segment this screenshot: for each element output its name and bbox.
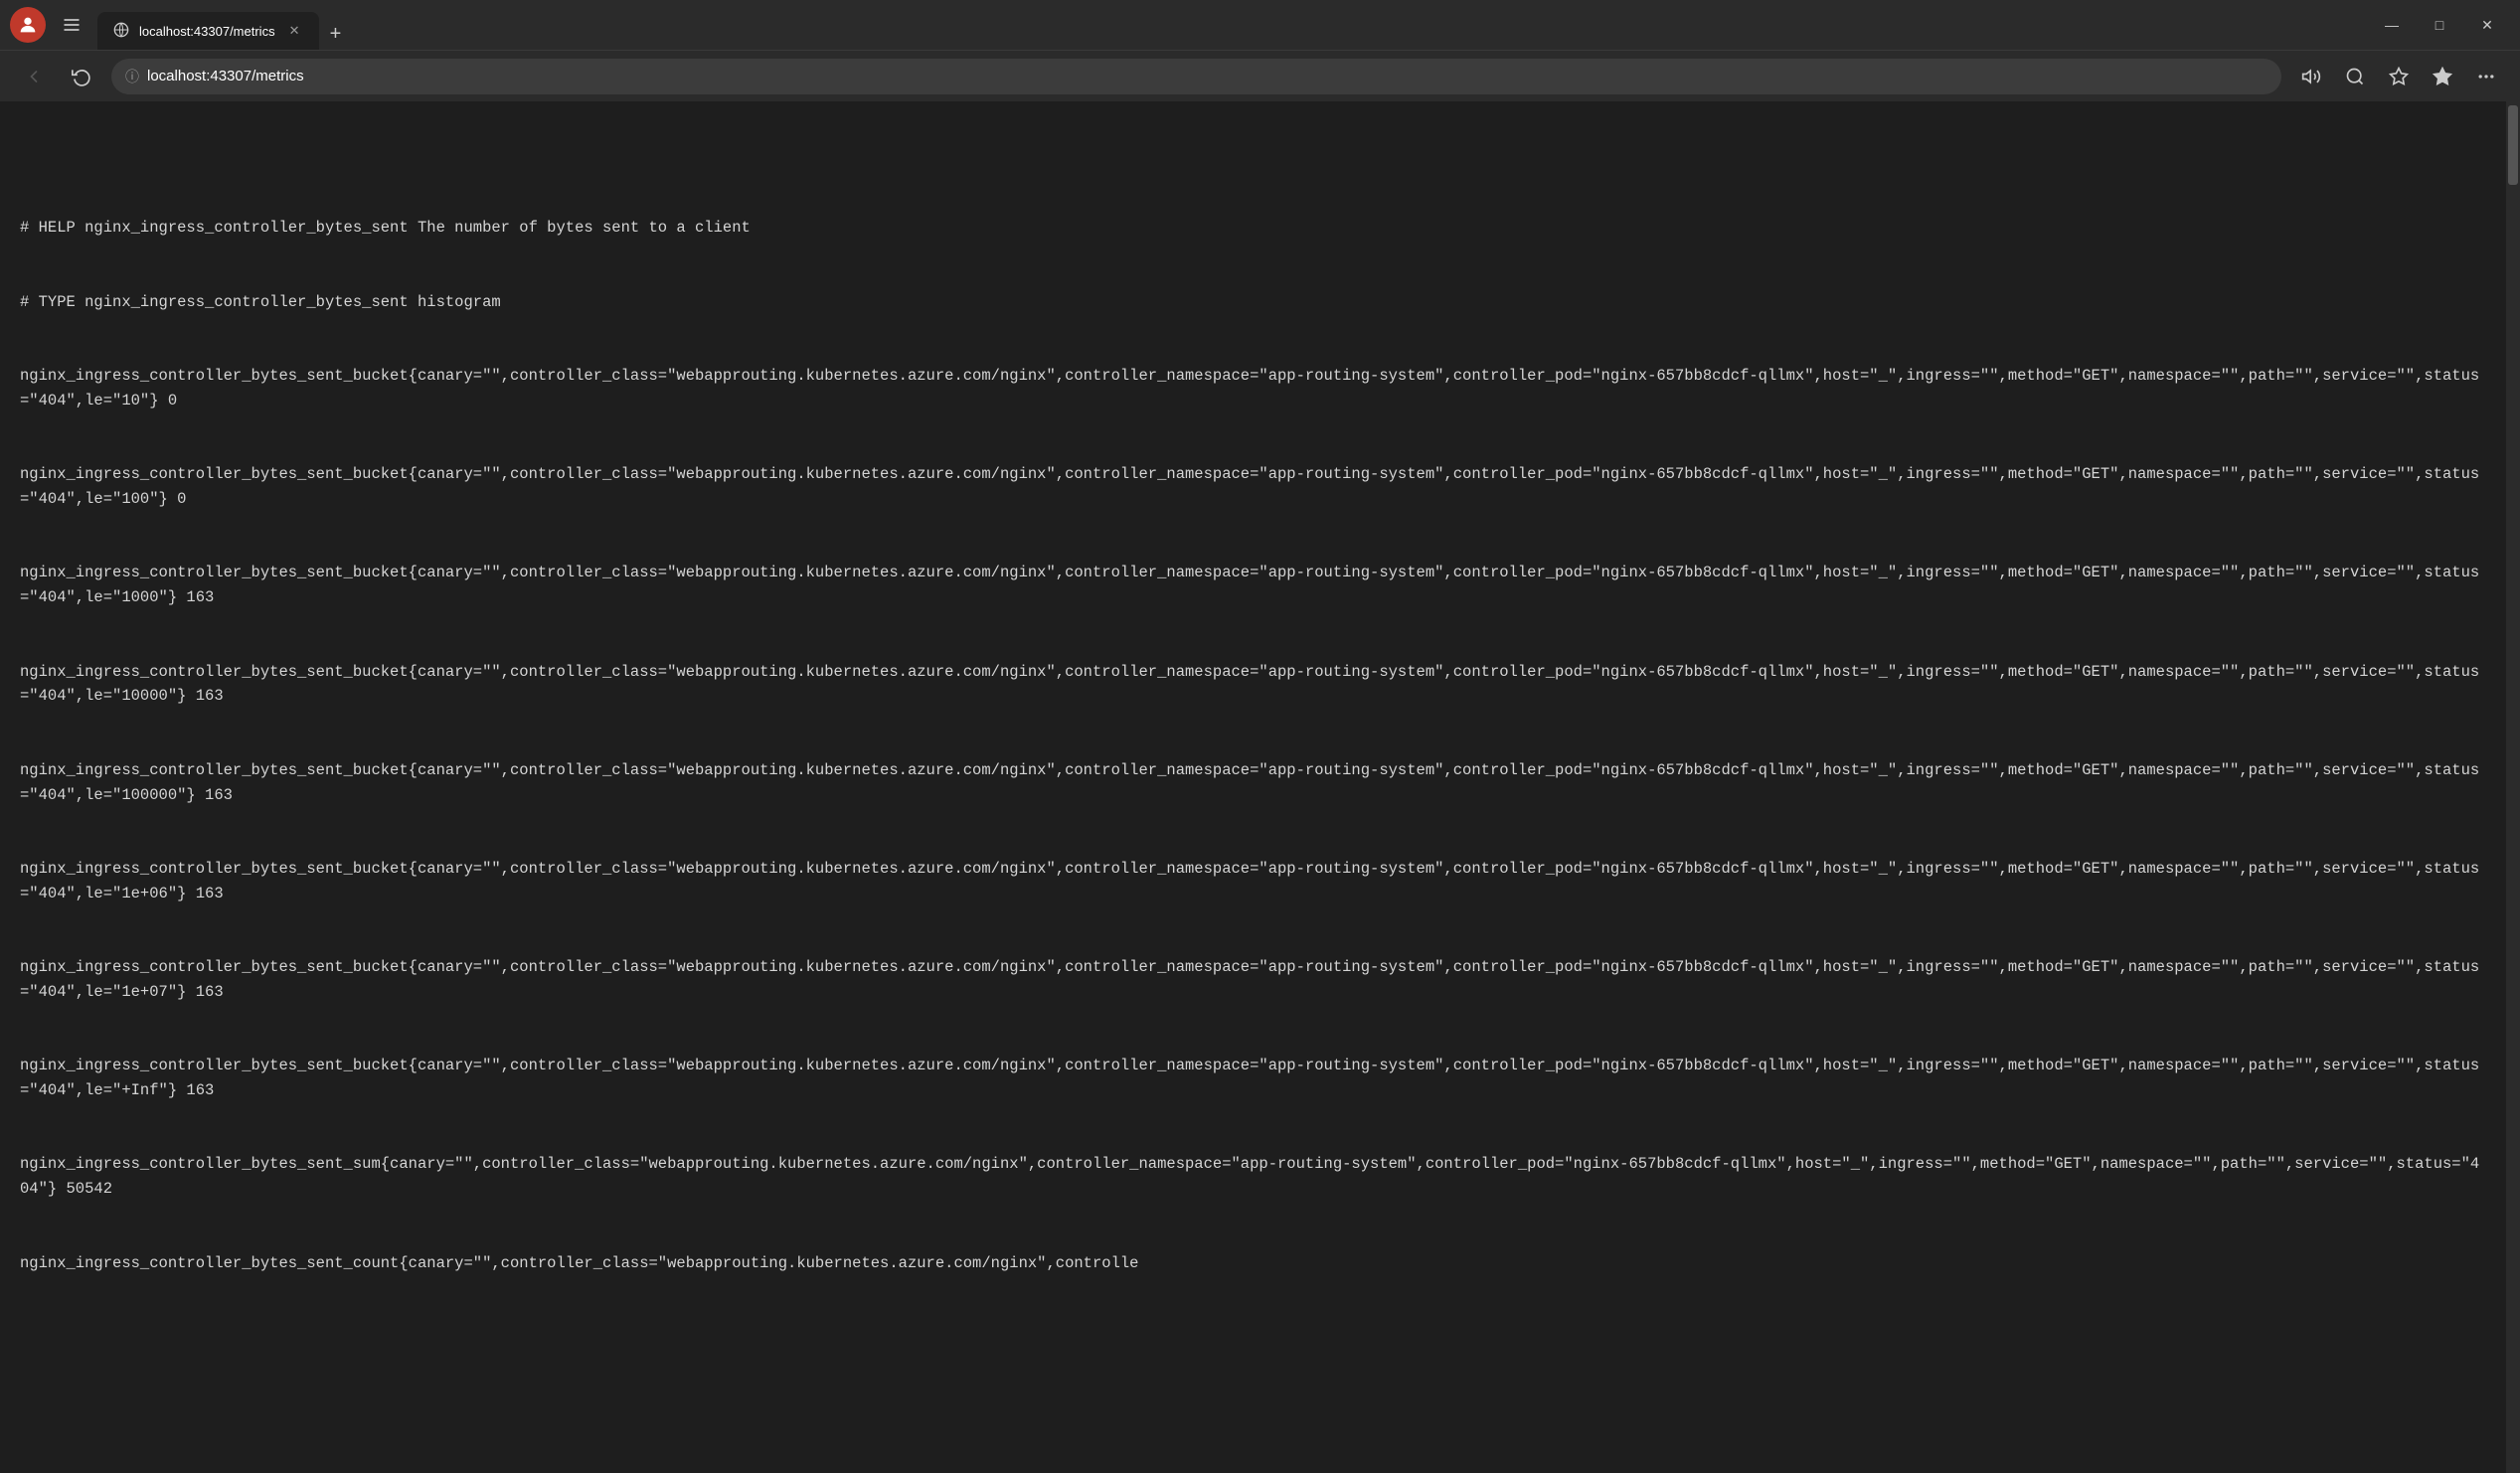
address-bar-actions bbox=[2293, 59, 2504, 94]
back-button[interactable] bbox=[16, 59, 52, 94]
content-area: # HELP nginx_ingress_controller_bytes_se… bbox=[0, 101, 2520, 1473]
tab-title: localhost:43307/metrics bbox=[139, 24, 275, 39]
minimize-button[interactable]: — bbox=[2369, 10, 2415, 40]
url-text: localhost:43307/metrics bbox=[147, 68, 2268, 84]
scrollbar-thumb[interactable] bbox=[2508, 105, 2518, 185]
address-bar[interactable]: ⓘ localhost:43307/metrics bbox=[111, 59, 2281, 94]
favorites-button[interactable] bbox=[2381, 59, 2417, 94]
metrics-line-5: nginx_ingress_controller_bytes_sent_buck… bbox=[20, 561, 2480, 610]
window-controls: — □ ✕ bbox=[2369, 10, 2510, 40]
more-options-button[interactable] bbox=[2468, 59, 2504, 94]
metrics-line-7: nginx_ingress_controller_bytes_sent_buck… bbox=[20, 758, 2480, 808]
lock-icon: ⓘ bbox=[125, 67, 139, 86]
tab-close-button[interactable]: ✕ bbox=[285, 21, 304, 41]
sidebar-toggle-button[interactable] bbox=[56, 9, 87, 41]
new-tab-button[interactable]: + bbox=[319, 18, 351, 50]
titlebar: localhost:43307/metrics ✕ + — □ ✕ bbox=[0, 0, 2520, 50]
metrics-line-10: nginx_ingress_controller_bytes_sent_buck… bbox=[20, 1054, 2480, 1103]
maximize-button[interactable]: □ bbox=[2417, 10, 2462, 40]
scrollbar[interactable] bbox=[2506, 101, 2520, 1473]
close-button[interactable]: ✕ bbox=[2464, 10, 2510, 40]
metrics-line-2: # TYPE nginx_ingress_controller_bytes_se… bbox=[20, 290, 2480, 315]
metrics-line-4: nginx_ingress_controller_bytes_sent_buck… bbox=[20, 462, 2480, 512]
zoom-button[interactable] bbox=[2337, 59, 2373, 94]
metrics-content: # HELP nginx_ingress_controller_bytes_se… bbox=[20, 167, 2500, 1325]
addressbar: ⓘ localhost:43307/metrics bbox=[0, 50, 2520, 101]
collections-button[interactable] bbox=[2425, 59, 2460, 94]
metrics-line-1: # HELP nginx_ingress_controller_bytes_se… bbox=[20, 216, 2480, 241]
metrics-line-9: nginx_ingress_controller_bytes_sent_buck… bbox=[20, 955, 2480, 1005]
profile-button[interactable] bbox=[10, 7, 46, 43]
metrics-line-3: nginx_ingress_controller_bytes_sent_buck… bbox=[20, 364, 2480, 413]
active-tab[interactable]: localhost:43307/metrics ✕ bbox=[97, 12, 319, 50]
tab-favicon-icon bbox=[113, 22, 129, 41]
metrics-line-12: nginx_ingress_controller_bytes_sent_coun… bbox=[20, 1251, 2480, 1276]
read-aloud-button[interactable] bbox=[2293, 59, 2329, 94]
tabs-area: localhost:43307/metrics ✕ + bbox=[97, 0, 2359, 50]
metrics-line-8: nginx_ingress_controller_bytes_sent_buck… bbox=[20, 857, 2480, 906]
metrics-line-11: nginx_ingress_controller_bytes_sent_sum{… bbox=[20, 1152, 2480, 1202]
refresh-button[interactable] bbox=[64, 59, 99, 94]
metrics-line-6: nginx_ingress_controller_bytes_sent_buck… bbox=[20, 660, 2480, 710]
